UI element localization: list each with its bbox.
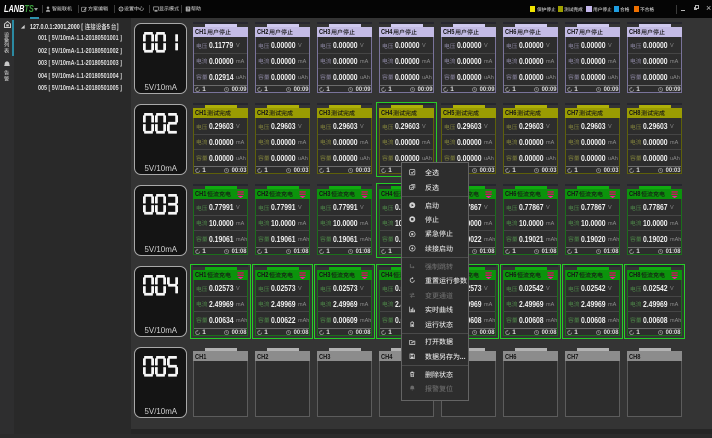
svg-text:?: ? bbox=[186, 7, 189, 12]
